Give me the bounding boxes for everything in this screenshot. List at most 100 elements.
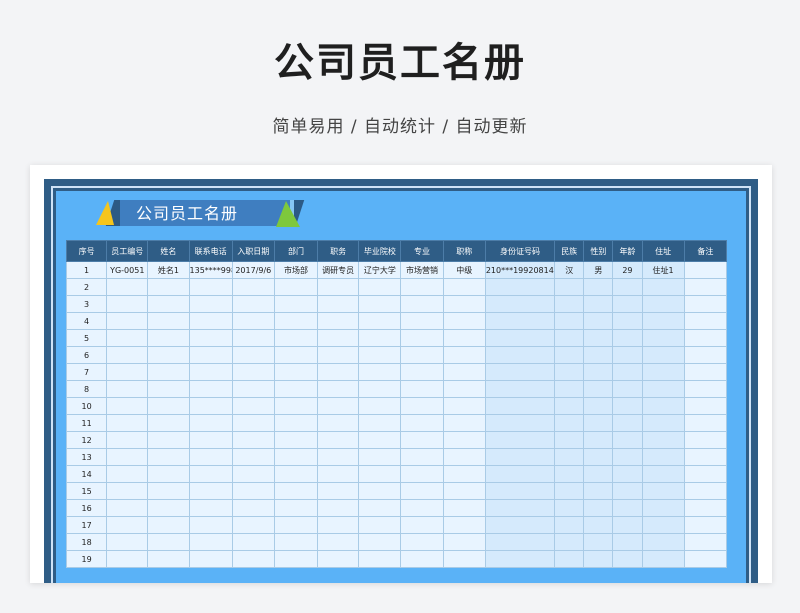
table-cell[interactable] (612, 346, 643, 364)
table-cell[interactable] (147, 278, 190, 296)
table-cell[interactable]: 6 (65, 346, 108, 364)
table-cell[interactable] (442, 295, 486, 313)
table-cell[interactable] (641, 312, 685, 330)
table-cell[interactable] (484, 482, 556, 500)
table-cell[interactable] (147, 550, 190, 568)
table-cell[interactable] (641, 346, 685, 364)
table-cell[interactable] (641, 499, 685, 517)
table-cell[interactable] (484, 448, 556, 466)
table-cell[interactable] (554, 380, 585, 398)
table-cell[interactable] (583, 448, 614, 466)
table-cell[interactable] (583, 278, 614, 296)
table-cell[interactable] (442, 550, 486, 568)
table-cell[interactable] (612, 329, 643, 347)
table-cell[interactable] (188, 397, 233, 415)
table-cell[interactable] (612, 431, 643, 449)
table-cell[interactable] (358, 550, 402, 568)
table-cell[interactable]: 2017/9/6 (231, 261, 275, 279)
table-cell[interactable] (612, 397, 643, 415)
table-cell[interactable] (147, 397, 190, 415)
table-cell[interactable] (442, 448, 486, 466)
table-cell[interactable] (400, 329, 444, 347)
table-cell[interactable] (188, 278, 233, 296)
table-cell[interactable] (612, 363, 643, 381)
table-cell[interactable] (583, 533, 614, 551)
column-header[interactable]: 姓名 (147, 240, 190, 262)
table-cell[interactable] (612, 482, 643, 500)
table-cell[interactable] (641, 431, 685, 449)
table-cell[interactable] (358, 363, 402, 381)
table-cell[interactable]: 调研专员 (317, 261, 360, 279)
table-cell[interactable] (442, 465, 486, 483)
table-cell[interactable] (147, 295, 190, 313)
table-cell[interactable] (231, 533, 275, 551)
table-cell[interactable]: 7 (65, 363, 108, 381)
table-cell[interactable] (484, 414, 556, 432)
table-cell[interactable] (188, 414, 233, 432)
table-cell[interactable] (106, 516, 149, 534)
table-cell[interactable] (188, 482, 233, 500)
table-cell[interactable] (317, 312, 360, 330)
table-cell[interactable] (400, 431, 444, 449)
table-cell[interactable]: 13 (65, 448, 108, 466)
table-cell[interactable] (358, 295, 402, 313)
table-cell[interactable] (583, 431, 614, 449)
table-cell[interactable] (583, 499, 614, 517)
table-cell[interactable] (554, 363, 585, 381)
table-cell[interactable] (188, 431, 233, 449)
table-cell[interactable] (106, 431, 149, 449)
table-cell[interactable] (554, 499, 585, 517)
table-cell[interactable] (484, 329, 556, 347)
table-cell[interactable] (683, 295, 728, 313)
table-cell[interactable] (641, 448, 685, 466)
table-cell[interactable] (317, 499, 360, 517)
table-cell[interactable] (273, 448, 319, 466)
table-cell[interactable] (641, 533, 685, 551)
table-cell[interactable] (484, 533, 556, 551)
table-cell[interactable] (641, 329, 685, 347)
column-header[interactable]: 职称 (442, 240, 486, 262)
table-cell[interactable]: 5 (65, 329, 108, 347)
table-cell[interactable] (612, 533, 643, 551)
table-cell[interactable] (583, 380, 614, 398)
table-cell[interactable] (147, 482, 190, 500)
table-cell[interactable]: 1 (65, 261, 108, 279)
table-cell[interactable] (400, 295, 444, 313)
table-cell[interactable] (231, 516, 275, 534)
column-header[interactable]: 序号 (65, 240, 108, 262)
table-cell[interactable]: 14 (65, 465, 108, 483)
table-cell[interactable] (583, 346, 614, 364)
table-cell[interactable] (554, 329, 585, 347)
table-cell[interactable] (273, 278, 319, 296)
table-cell[interactable] (641, 550, 685, 568)
table-cell[interactable] (554, 278, 585, 296)
table-cell[interactable] (273, 346, 319, 364)
table-cell[interactable] (583, 329, 614, 347)
table-cell[interactable] (400, 482, 444, 500)
column-header[interactable]: 入职日期 (231, 240, 275, 262)
table-cell[interactable] (484, 516, 556, 534)
table-cell[interactable] (400, 499, 444, 517)
table-cell[interactable]: 17 (65, 516, 108, 534)
table-cell[interactable] (358, 448, 402, 466)
table-cell[interactable] (484, 431, 556, 449)
table-cell[interactable] (273, 550, 319, 568)
table-cell[interactable] (641, 380, 685, 398)
table-cell[interactable] (641, 482, 685, 500)
table-cell[interactable] (612, 448, 643, 466)
table-cell[interactable] (231, 363, 275, 381)
table-cell[interactable] (106, 533, 149, 551)
table-cell[interactable]: 2 (65, 278, 108, 296)
table-cell[interactable] (317, 380, 360, 398)
column-header[interactable]: 备注 (683, 240, 728, 262)
table-cell[interactable] (612, 295, 643, 313)
table-cell[interactable] (147, 448, 190, 466)
table-cell[interactable] (317, 295, 360, 313)
table-cell[interactable] (400, 516, 444, 534)
table-cell[interactable] (583, 312, 614, 330)
table-cell[interactable] (442, 278, 486, 296)
table-cell[interactable] (317, 397, 360, 415)
table-cell[interactable] (188, 380, 233, 398)
table-cell[interactable] (554, 397, 585, 415)
table-cell[interactable] (442, 414, 486, 432)
